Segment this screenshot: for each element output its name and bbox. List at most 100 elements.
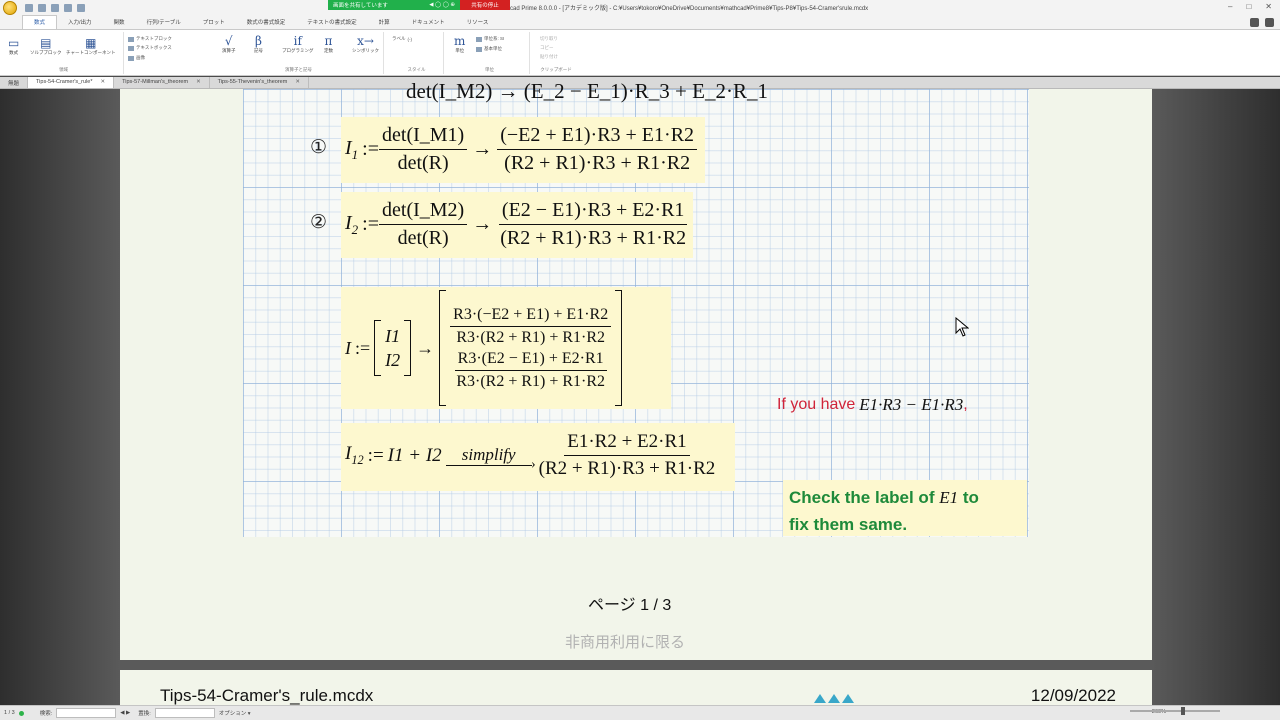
share-controls-icon[interactable]: ◀ ◯ ◯ ⊕ <box>429 2 455 8</box>
base-units-button[interactable]: 基本単位 <box>476 46 502 52</box>
status-bar: 1 / 3 検索: ◀ ▶ 置換: オプション ▾ 260% <box>0 705 1280 720</box>
units-button[interactable]: m 単位 <box>454 34 465 54</box>
symbolic-arrow: → <box>472 138 493 160</box>
help-icon[interactable] <box>1265 18 1274 27</box>
text-box-button[interactable]: テキストボックス <box>128 45 172 51</box>
close-tab-icon[interactable]: ✕ <box>295 79 300 86</box>
programming-button[interactable]: if プログラミング <box>282 34 314 54</box>
symbols-button[interactable]: β 記号 <box>254 34 263 54</box>
image-icon <box>128 55 134 61</box>
paste-button[interactable]: 貼り付け <box>540 54 558 60</box>
open-file-icon[interactable] <box>38 4 46 12</box>
save-icon[interactable] <box>51 4 59 12</box>
math-region-i1[interactable]: I1 := det(I_M1) det(R) → (−E2 + E1)·R3 + … <box>341 117 705 183</box>
math-region-i12[interactable]: I12 := I1 + I2 simplify › E1·R2 + E2·R1(… <box>341 423 735 491</box>
tab-functions[interactable]: 関数 <box>103 16 136 29</box>
stop-share-button[interactable]: 共有の停止 <box>460 0 510 10</box>
tab-document[interactable]: ドキュメント <box>401 16 456 29</box>
worksheet-workspace[interactable]: det(I_M2) → (E_2 − E_1)·R_3 + E_2·R_1 ① … <box>0 79 1280 710</box>
tab-input-output[interactable]: 入力/出力 <box>57 16 103 29</box>
tab-calculation[interactable]: 計算 <box>368 16 401 29</box>
cut-button[interactable]: 切り取り <box>540 36 558 42</box>
quick-access-toolbar <box>25 4 85 12</box>
constants-button[interactable]: π 定数 <box>324 34 333 54</box>
redo-icon[interactable] <box>77 4 85 12</box>
ribbon-group-math: √ 演算子 β 記号 if プログラミング π 定数 x→ シンボリック 演算子と記号 <box>214 32 384 74</box>
ptc-logo-icon <box>814 694 854 703</box>
math-region-i-vector[interactable]: I := I1 I2 → R3·(−E2 + E1) + E1·R2 R3·(R2… <box>341 287 671 409</box>
ribbon: ▭ 数式 ▤ ソルブブロック ▦ チャートコンポーネント テキストブロック 領域 テキ… <box>0 30 1280 76</box>
mathcad-logo-icon[interactable] <box>3 1 17 15</box>
math-region-button[interactable]: ▭ 数式 <box>8 36 19 56</box>
pi-icon: π <box>324 34 333 48</box>
search-nav-icon[interactable]: ◀ ▶ <box>120 710 130 716</box>
equation-marker-2: ② <box>310 211 328 233</box>
solve-block-button[interactable]: ▤ ソルブブロック <box>30 36 62 56</box>
input-vector: I1 I2 <box>374 320 412 376</box>
math-region-partial[interactable]: det(I_M2) → (E_2 − E_1)·R_3 + E_2·R_1 <box>406 79 768 104</box>
doc-tab-cramers-rule[interactable]: Tips-54-Cramer's_rule* ✕ <box>28 77 115 88</box>
close-icon[interactable]: ✕ <box>1265 2 1272 11</box>
chart-icon: ▦ <box>85 36 97 50</box>
zoom-slider-handle[interactable] <box>1181 707 1185 715</box>
close-tab-icon[interactable]: ✕ <box>101 79 106 86</box>
tab-resources[interactable]: リソース <box>456 16 500 29</box>
calc-status-icon <box>18 710 24 716</box>
image-button[interactable]: 画像 <box>128 55 145 61</box>
solve-block-icon: ▤ <box>40 36 52 50</box>
share-status-bar: 画面を共有しています ◀ ◯ ◯ ⊕ <box>328 0 460 10</box>
graduation-cap-icon[interactable] <box>1250 18 1259 27</box>
tab-text-formatting[interactable]: テキストの書式設定 <box>296 16 367 29</box>
replace-label: 置換: <box>138 711 151 717</box>
header-filename: Tips-54-Cramer's_rule.mcdx <box>160 686 374 705</box>
window-controls: – □ ✕ <box>1228 2 1272 11</box>
label-dropdown[interactable]: ラベル (-) <box>392 36 412 42</box>
ribbon-tabs: 数式 入力/出力 関数 行列/テーブル プロット 数式の書式設定 テキストの書式… <box>0 15 1280 30</box>
search-input[interactable] <box>56 708 117 718</box>
doc-tab-millmans-theorem[interactable]: Tips-57-Millman's_theorem ✕ <box>114 77 210 88</box>
text-block-icon <box>128 36 134 42</box>
red-note[interactable]: If you have E1·R3 − E1·R3 , <box>777 395 968 415</box>
noncommercial-watermark: 非商用利用に限る <box>565 634 686 651</box>
result-fraction: (−E2 + E1)·R3 + E1·R2 (R2 + R1)·R3 + R1·R… <box>497 124 698 175</box>
tab-plots[interactable]: プロット <box>192 16 236 29</box>
unit-system-dropdown[interactable]: 単位系: SI <box>476 36 504 42</box>
operators-button[interactable]: √ 演算子 <box>222 34 236 54</box>
next-page-header[interactable]: Tips-54-Cramer's_rule.mcdx 12/09/2022 <box>120 670 1152 710</box>
chart-component-button[interactable]: ▦ チャートコンポーネント <box>66 36 115 56</box>
green-note[interactable]: Check the label of E1 to fix them same. <box>783 480 1027 536</box>
window-title: cad Prime 8.0.0.0 - [アカデミック版] - C:¥Users… <box>510 6 869 12</box>
doc-tab-untitled[interactable]: 無題 <box>0 77 29 88</box>
page-count: 1 / 3 <box>4 710 15 716</box>
tab-math[interactable]: 数式 <box>22 15 58 29</box>
maximize-icon[interactable]: □ <box>1246 2 1251 11</box>
symbolic-arrow: → <box>416 337 435 358</box>
ribbon-group-label: 領域 <box>59 67 68 72</box>
copy-button[interactable]: コピー <box>540 45 554 51</box>
close-tab-icon[interactable]: ✕ <box>196 79 201 86</box>
equation-marker-1: ① <box>310 136 328 158</box>
worksheet-page[interactable]: det(I_M2) → (E_2 − E_1)·R_3 + E_2·R_1 ① … <box>120 79 1152 660</box>
tab-math-formatting[interactable]: 数式の書式設定 <box>236 16 297 29</box>
ribbon-group-label: 演算子と記号 <box>285 67 312 72</box>
undo-icon[interactable] <box>64 4 72 12</box>
x-arrow-icon: x→ <box>357 34 374 48</box>
new-file-icon[interactable] <box>25 4 33 12</box>
text-block-button[interactable]: テキストブロック <box>128 36 172 42</box>
doc-tab-thevenins-theorem[interactable]: Tips-55-Thevenin's_theorem ✕ <box>210 77 309 88</box>
zoom-slider[interactable] <box>1130 710 1220 712</box>
page-indicator: ページ 1 / 3 <box>588 597 672 614</box>
title-bar: 画面を共有しています ◀ ◯ ◯ ⊕ 共有の停止 cad Prime 8.0.0… <box>0 0 1280 16</box>
minimize-icon[interactable]: – <box>1228 2 1232 11</box>
tab-matrices-tables[interactable]: 行列/テーブル <box>136 16 192 29</box>
ribbon-group-units: m 単位 単位系: SI 基本単位 単位 <box>450 32 530 74</box>
math-region-i2[interactable]: I2 := det(I_M2) det(R) → (E2 − E1)·R3 + E… <box>341 192 693 258</box>
unit-system-icon <box>476 36 482 42</box>
if-icon: if <box>293 34 302 48</box>
search-label: 検索: <box>39 711 53 717</box>
text-box-icon <box>128 45 134 51</box>
simplify-keyword-arrow: simplify › <box>445 445 536 472</box>
symbolics-button[interactable]: x→ シンボリック <box>352 34 379 54</box>
replace-input[interactable] <box>154 708 215 718</box>
options-button[interactable]: オプション ▾ <box>219 709 251 717</box>
